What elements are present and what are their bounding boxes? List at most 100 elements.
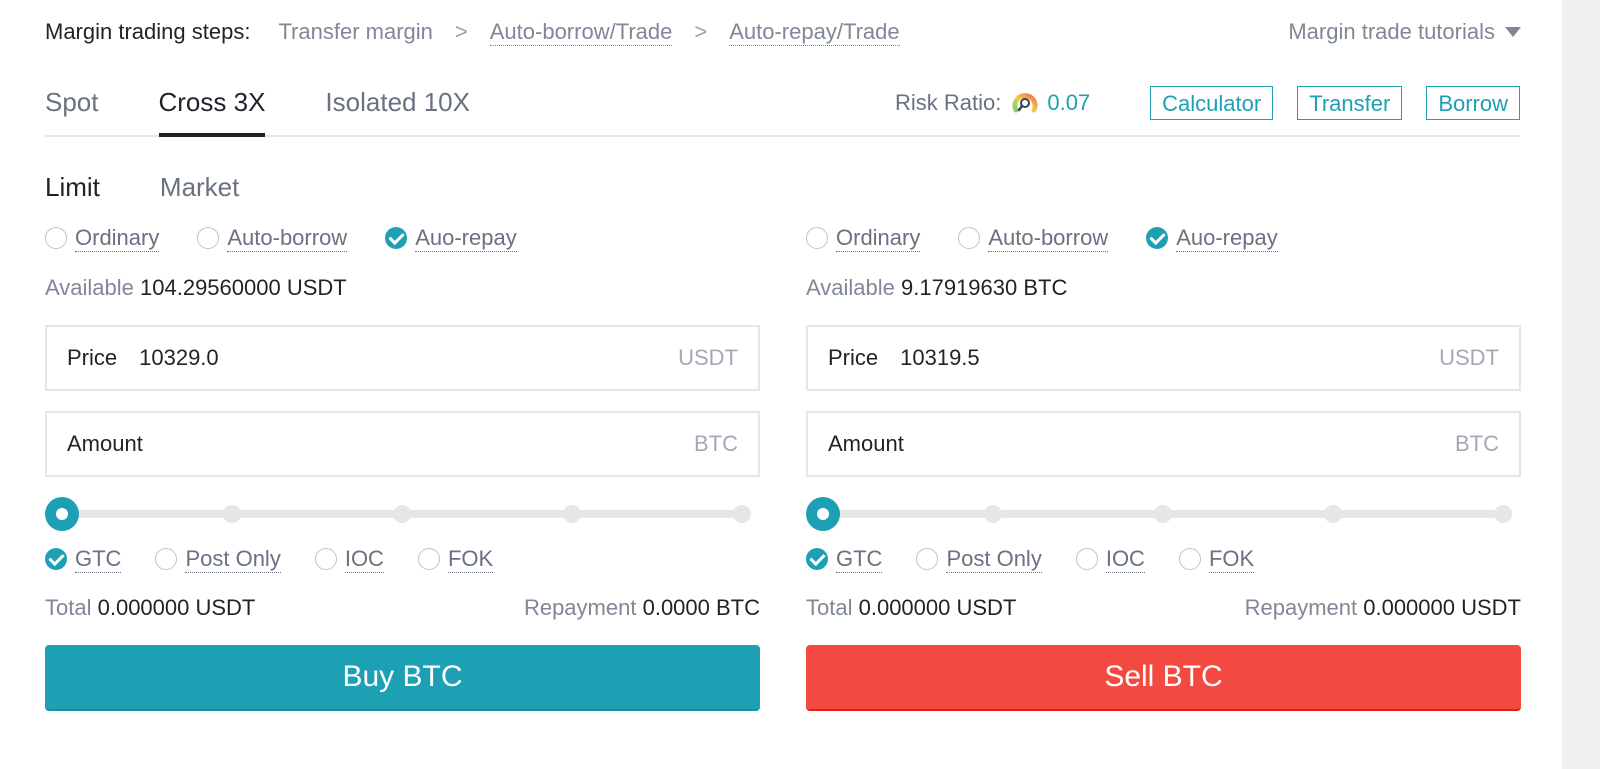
step-auto-borrow-trade[interactable]: Auto-borrow/Trade (489, 19, 673, 46)
sell-price-input[interactable] (900, 345, 1440, 371)
radio-checked-icon[interactable] (1146, 227, 1169, 249)
tab-market[interactable]: Market (160, 172, 239, 203)
slider-tick-50[interactable] (393, 505, 411, 523)
slider-tick-50[interactable] (1154, 505, 1172, 523)
sell-mode-options: Ordinary Auto-borrow Auo-repay (806, 220, 1521, 256)
available-label: Available (806, 275, 895, 300)
margin-tutorials-dropdown[interactable]: Margin trade tutorials (1288, 19, 1521, 45)
option-label: GTC (75, 545, 122, 573)
buy-tif-post-only[interactable]: Post Only (155, 545, 281, 573)
option-label: Post Only (185, 545, 281, 573)
sell-amount-input[interactable] (925, 431, 1455, 457)
sell-price-field[interactable]: Price USDT (806, 325, 1521, 391)
buy-mode-auto-borrow[interactable]: Auto-borrow (197, 224, 348, 252)
step-transfer-margin[interactable]: Transfer margin (278, 19, 432, 45)
option-label: Auto-borrow (227, 224, 348, 252)
buy-repayment: Repayment 0.0000 BTC (524, 595, 760, 625)
radio-checked-icon[interactable] (45, 548, 67, 570)
option-label: Ordinary (836, 224, 921, 252)
sell-available: Available 9.17919630 BTC (806, 275, 1521, 305)
radio-checked-icon[interactable] (806, 548, 828, 570)
total-label: Total (806, 595, 853, 620)
price-unit: USDT (678, 345, 738, 370)
slider-tick-25[interactable] (223, 505, 241, 523)
tab-limit[interactable]: Limit (45, 172, 100, 203)
buy-total: Total 0.000000 USDT (45, 595, 255, 625)
total-value: 0.000000 USDT (858, 595, 1017, 620)
radio-unchecked-icon[interactable] (45, 227, 67, 249)
amount-label: Amount (67, 431, 143, 456)
margin-steps-bar: Margin trading steps: Transfer margin > … (45, 14, 1525, 50)
sell-tif-gtc[interactable]: GTC (806, 546, 883, 573)
option-label: FOK (447, 545, 494, 573)
sell-amount-slider[interactable] (806, 497, 1521, 531)
amount-unit: BTC (694, 431, 738, 456)
available-value: 104.29560000 USDT (140, 275, 347, 300)
slider-thumb[interactable] (806, 497, 840, 531)
radio-unchecked-icon[interactable] (197, 227, 220, 249)
buy-btc-button[interactable]: Buy BTC (45, 645, 760, 711)
sell-tif-ioc[interactable]: IOC (1075, 546, 1145, 573)
price-label: Price (67, 345, 118, 370)
buy-totals: Total 0.000000 USDT Repayment 0.0000 BTC (45, 595, 760, 625)
buy-amount-field[interactable]: Amount BTC (45, 411, 760, 477)
page-scrollbar-area (1562, 0, 1600, 769)
amount-unit: BTC (1455, 431, 1499, 456)
buy-available: Available 104.29560000 USDT (45, 275, 760, 305)
tab-cross-3x[interactable]: Cross 3X (158, 78, 265, 137)
repayment-value: 0.0000 BTC (642, 595, 760, 620)
radio-unchecked-icon[interactable] (314, 548, 337, 570)
order-type-tabs: Limit Market (45, 172, 299, 203)
sell-tif-fok[interactable]: FOK (1178, 546, 1255, 573)
radio-unchecked-icon[interactable] (1178, 548, 1201, 570)
step-auto-repay-trade[interactable]: Auto-repay/Trade (729, 19, 900, 46)
buy-price-input[interactable] (139, 345, 679, 371)
repayment-label: Repayment (523, 595, 637, 620)
buy-tif-gtc[interactable]: GTC (45, 545, 122, 573)
slider-tick-100[interactable] (1494, 505, 1512, 523)
price-label: Price (828, 345, 879, 370)
sell-amount-field[interactable]: Amount BTC (806, 411, 1521, 477)
calculator-button[interactable]: Calculator (1150, 86, 1274, 120)
slider-tick-75[interactable] (1324, 505, 1342, 523)
tab-isolated-10x[interactable]: Isolated 10X (325, 78, 470, 135)
slider-tick-75[interactable] (563, 505, 581, 523)
buy-mode-auto-repay[interactable]: Auo-repay (385, 225, 517, 252)
steps-title: Margin trading steps: (45, 19, 251, 44)
buy-price-field[interactable]: Price USDT (45, 325, 760, 391)
borrow-button[interactable]: Borrow (1426, 86, 1520, 120)
sell-btc-button[interactable]: Sell BTC (806, 645, 1521, 711)
amount-label: Amount (828, 431, 904, 456)
sell-panel: Ordinary Auto-borrow Auo-repay Available… (806, 220, 1521, 711)
tab-spot[interactable]: Spot (45, 78, 99, 135)
radio-unchecked-icon[interactable] (1075, 548, 1098, 570)
radio-unchecked-icon[interactable] (806, 227, 828, 249)
available-value: 9.17919630 BTC (901, 275, 1068, 300)
slider-tick-25[interactable] (984, 505, 1002, 523)
caret-down-icon (1505, 27, 1521, 37)
transfer-button[interactable]: Transfer (1297, 86, 1403, 120)
radio-unchecked-icon[interactable] (958, 227, 981, 249)
buy-amount-slider[interactable] (45, 497, 760, 531)
buy-amount-input[interactable] (164, 431, 694, 457)
radio-unchecked-icon[interactable] (155, 548, 178, 570)
buy-mode-ordinary[interactable]: Ordinary (45, 225, 160, 252)
slider-tick-100[interactable] (733, 505, 751, 523)
price-unit: USDT (1439, 345, 1499, 370)
option-label: Auo-repay (415, 224, 517, 252)
buy-tif-fok[interactable]: FOK (417, 545, 494, 573)
radio-unchecked-icon[interactable] (916, 548, 939, 570)
risk-ratio-label: Risk Ratio: (894, 90, 1002, 115)
radio-checked-icon[interactable] (385, 227, 408, 249)
option-label: Auto-borrow (988, 224, 1109, 252)
sell-mode-ordinary[interactable]: Ordinary (806, 224, 921, 252)
total-label: Total (45, 595, 92, 620)
sell-mode-auto-borrow[interactable]: Auto-borrow (958, 224, 1109, 252)
sell-tif-post-only[interactable]: Post Only (916, 546, 1042, 573)
radio-unchecked-icon[interactable] (417, 548, 440, 570)
sell-mode-auto-repay[interactable]: Auo-repay (1146, 225, 1278, 252)
chevron-right-icon: > (694, 19, 708, 44)
repayment-value: 0.000000 USDT (1363, 595, 1521, 620)
buy-tif-ioc[interactable]: IOC (314, 546, 384, 573)
slider-thumb[interactable] (45, 497, 79, 531)
